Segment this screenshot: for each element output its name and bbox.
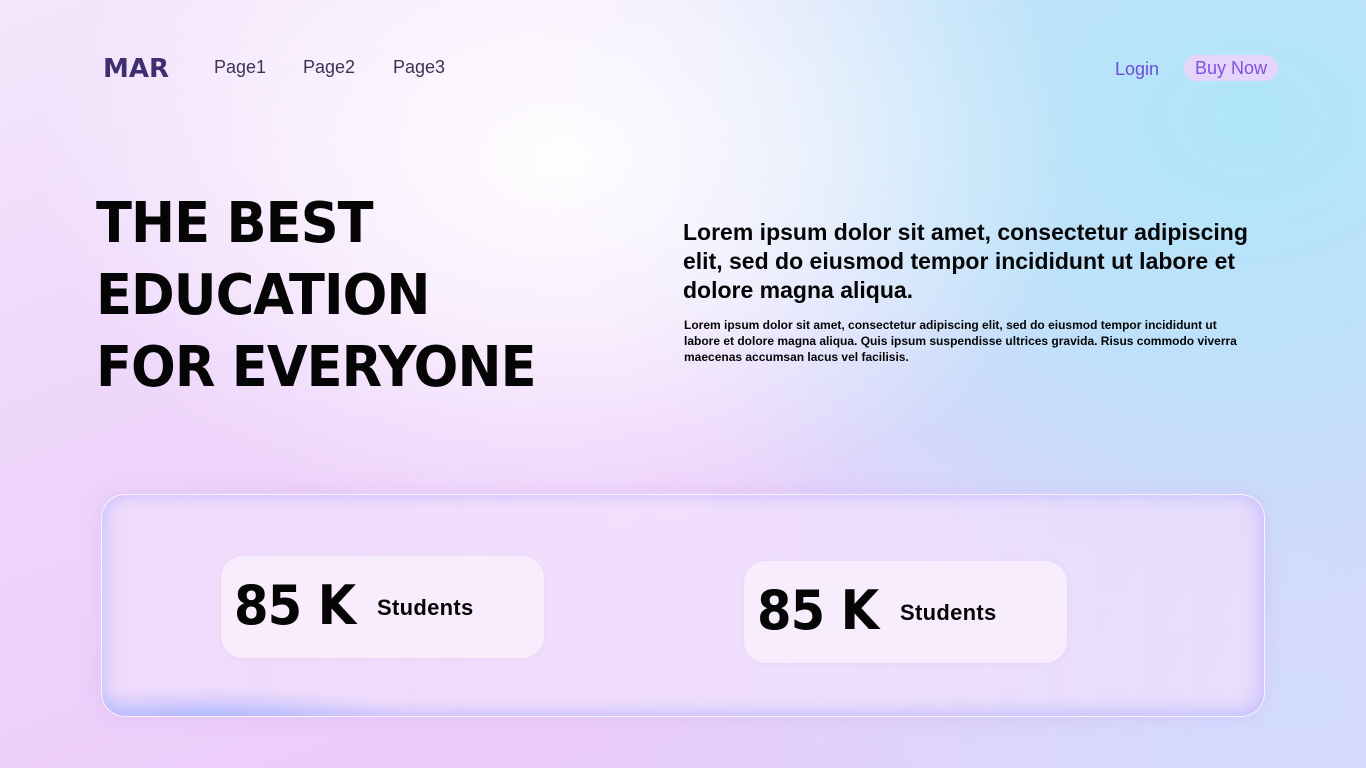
login-link[interactable]: Login (1115, 59, 1159, 80)
stat-card-students: 85 K Students (221, 556, 544, 658)
stat-value: 85 K (757, 579, 879, 642)
hero-title-line: FOR EVERYONE (96, 335, 537, 400)
nav-link-page2[interactable]: Page2 (303, 57, 355, 78)
hero-body-text: Lorem ipsum dolor sit amet, consectetur … (684, 318, 1237, 364)
hero-title-line: THE BEST (96, 191, 374, 256)
stat-card-students: 85 K Students (744, 561, 1067, 663)
nav-link-page1[interactable]: Page1 (214, 57, 266, 78)
stat-value: 85 K (234, 574, 356, 637)
hero-title-line: EDUCATION (96, 263, 430, 328)
buy-now-button[interactable]: Buy Now (1184, 55, 1278, 81)
logo[interactable]: MAR (103, 54, 169, 84)
hero-title: THE BEST EDUCATION FOR EVERYONE (96, 188, 537, 404)
hero-lead-text: Lorem ipsum dolor sit amet, consectetur … (683, 219, 1248, 303)
stat-label: Students (900, 600, 997, 625)
nav-link-page3[interactable]: Page3 (393, 57, 445, 78)
stat-label: Students (377, 595, 474, 620)
